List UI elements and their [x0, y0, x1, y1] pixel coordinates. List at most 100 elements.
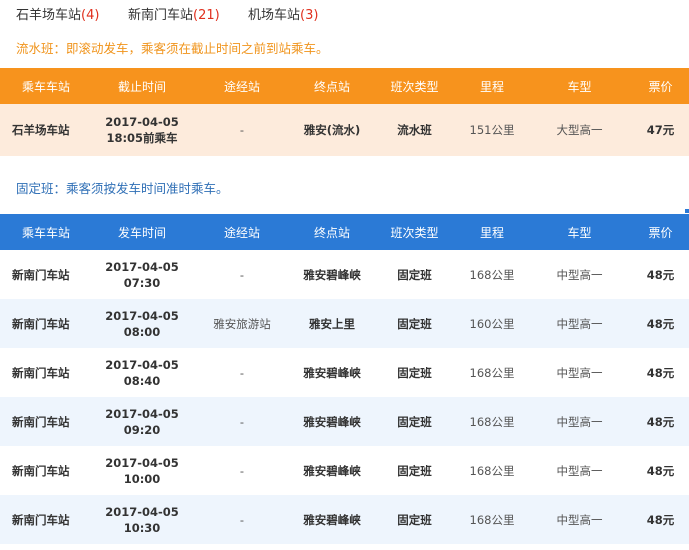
header-price: 票价 [632, 214, 689, 250]
cell-price: 48元 [632, 397, 689, 446]
table-row[interactable]: 新南门车站 2017-04-05 09:20 - 雅安碧峰峡 固定班 168公里 … [0, 397, 689, 446]
corner-marker [685, 209, 689, 213]
fixed-schedule-table: 乘车车站 发车时间 途经站 终点站 班次类型 里程 车型 票价 新南门车站 20… [0, 214, 689, 544]
table-row[interactable]: 新南门车站 2017-04-05 08:00 雅安旅游站 雅安上里 固定班 160… [0, 299, 689, 348]
cell-price: 48元 [646, 365, 675, 380]
cell-type: 流水班 [372, 104, 457, 156]
cell-destination: 雅安碧峰峡 [292, 495, 372, 544]
header-distance: 里程 [457, 214, 527, 250]
cell-via: - [192, 495, 292, 544]
cell-time: 2017-04-05 08:00 [92, 299, 192, 348]
tab-label: 石羊场车站 [16, 8, 82, 23]
cell-price: 47元 [632, 104, 689, 156]
cell-time: 2017-04-05 09:20 [92, 397, 192, 446]
cell-clock: 18:05前乘车 [106, 131, 178, 145]
cell-destination: 雅安碧峰峡 [303, 463, 361, 478]
cell-station: 新南门车站 [12, 365, 70, 380]
cell-price: 48元 [646, 463, 675, 478]
header-station: 乘车车站 [0, 214, 92, 250]
cell-clock: 09:20 [123, 422, 161, 437]
tab-label: 新南门车站 [128, 8, 194, 23]
cell-clock: 08:40 [123, 373, 161, 388]
cell-vehicle: 中型高一 [556, 463, 603, 478]
cell-clock: 10:00 [123, 471, 161, 486]
cell-via: - [239, 267, 245, 282]
tab-count: (4) [81, 8, 100, 23]
cell-via: - [192, 397, 292, 446]
cell-via: - [192, 104, 292, 156]
table-header-row: 乘车车站 发车时间 途经站 终点站 班次类型 里程 车型 票价 [0, 214, 689, 250]
header-price: 票价 [632, 68, 689, 104]
header-station: 乘车车站 [0, 68, 92, 104]
cell-date: 2017-04-05 [105, 259, 179, 274]
cell-via: 雅安旅游站 [192, 299, 292, 348]
cell-clock: 07:30 [123, 275, 161, 290]
table-row[interactable]: 新南门车站 2017-04-05 10:30 - 雅安碧峰峡 固定班 168公里 … [0, 495, 689, 544]
flow-notice: 流水班：即滚动发车，乘客须在截止时间之前到站乘车。 [16, 41, 329, 56]
cell-station: 新南门车站 [0, 397, 92, 446]
header-via: 途经站 [192, 214, 292, 250]
flow-schedule-table: 乘车车站 截止时间 途经站 终点站 班次类型 里程 车型 票价 石羊场车站 20… [0, 68, 689, 156]
cell-time: 2017-04-05 10:00 [92, 446, 192, 495]
fixed-notice: 固定班：乘客须按发车时间准时乘车。 [16, 181, 229, 196]
cell-date: 2017-04-05 [105, 115, 179, 129]
cell-destination: 雅安碧峰峡 [292, 397, 372, 446]
table-row[interactable]: 新南门车站 2017-04-05 10:00 - 雅安碧峰峡 固定班 168公里 … [0, 446, 689, 495]
cell-type: 固定班 [372, 495, 457, 544]
tab-shiyangchang[interactable]: 石羊场车站(4) [16, 4, 99, 23]
cell-time: 2017-04-05 10:30 [92, 495, 192, 544]
cell-via: - [239, 463, 245, 478]
cell-via: - [239, 365, 245, 380]
table-header-row: 乘车车站 截止时间 途经站 终点站 班次类型 里程 车型 票价 [0, 68, 689, 104]
cell-type: 固定班 [372, 299, 457, 348]
tab-jichang[interactable]: 机场车站(3) [248, 4, 318, 23]
cell-time: 2017-04-05 18:05前乘车 [92, 104, 192, 156]
cell-destination: 雅安碧峰峡 [303, 267, 361, 282]
cell-distance: 168公里 [469, 463, 515, 478]
cell-price: 48元 [632, 495, 689, 544]
cell-date: 2017-04-05 [105, 455, 179, 470]
tab-label: 机场车站 [248, 8, 301, 23]
cell-price: 48元 [632, 299, 689, 348]
header-vehicle: 车型 [527, 214, 632, 250]
header-departure: 发车时间 [92, 214, 192, 250]
cell-type: 固定班 [397, 463, 432, 478]
tab-count: (3) [300, 8, 319, 23]
cell-distance: 168公里 [469, 267, 515, 282]
cell-distance: 168公里 [457, 397, 527, 446]
table-row[interactable]: 新南门车站 2017-04-05 07:30 - 雅安碧峰峡 固定班 168公里 … [0, 250, 689, 299]
cell-station: 新南门车站 [0, 495, 92, 544]
cell-station: 新南门车站 [0, 299, 92, 348]
header-destination: 终点站 [292, 68, 372, 104]
station-tabs: 石羊场车站(4) 新南门车站(21) 机场车站(3) [0, 0, 689, 28]
cell-station: 石羊场车站 [0, 104, 92, 156]
header-vehicle: 车型 [527, 68, 632, 104]
cell-vehicle: 大型高一 [527, 104, 632, 156]
cell-destination: 雅安上里 [292, 299, 372, 348]
cell-time: 2017-04-05 07:30 [92, 250, 192, 299]
cell-date: 2017-04-05 [105, 504, 179, 519]
cell-distance: 168公里 [457, 495, 527, 544]
table-row[interactable]: 石羊场车站 2017-04-05 18:05前乘车 - 雅安(流水) 流水班 15… [0, 104, 689, 156]
cell-price: 48元 [646, 267, 675, 282]
cell-distance: 168公里 [469, 365, 515, 380]
cell-vehicle: 中型高一 [556, 365, 603, 380]
cell-date: 2017-04-05 [105, 406, 179, 421]
table-row[interactable]: 新南门车站 2017-04-05 08:40 - 雅安碧峰峡 固定班 168公里 … [0, 348, 689, 397]
cell-type: 固定班 [397, 267, 432, 282]
cell-type: 固定班 [397, 365, 432, 380]
cell-clock: 08:00 [123, 324, 161, 339]
tab-xinnanmen[interactable]: 新南门车站(21) [128, 4, 220, 23]
cell-date: 2017-04-05 [105, 308, 179, 323]
cell-station: 新南门车站 [12, 463, 70, 478]
cell-time: 2017-04-05 08:40 [92, 348, 192, 397]
cell-vehicle: 中型高一 [527, 299, 632, 348]
cell-destination: 雅安碧峰峡 [303, 365, 361, 380]
cell-date: 2017-04-05 [105, 357, 179, 372]
cell-distance: 151公里 [457, 104, 527, 156]
header-via: 途经站 [192, 68, 292, 104]
cell-destination: 雅安(流水) [292, 104, 372, 156]
header-destination: 终点站 [292, 214, 372, 250]
cell-vehicle: 中型高一 [527, 495, 632, 544]
header-distance: 里程 [457, 68, 527, 104]
